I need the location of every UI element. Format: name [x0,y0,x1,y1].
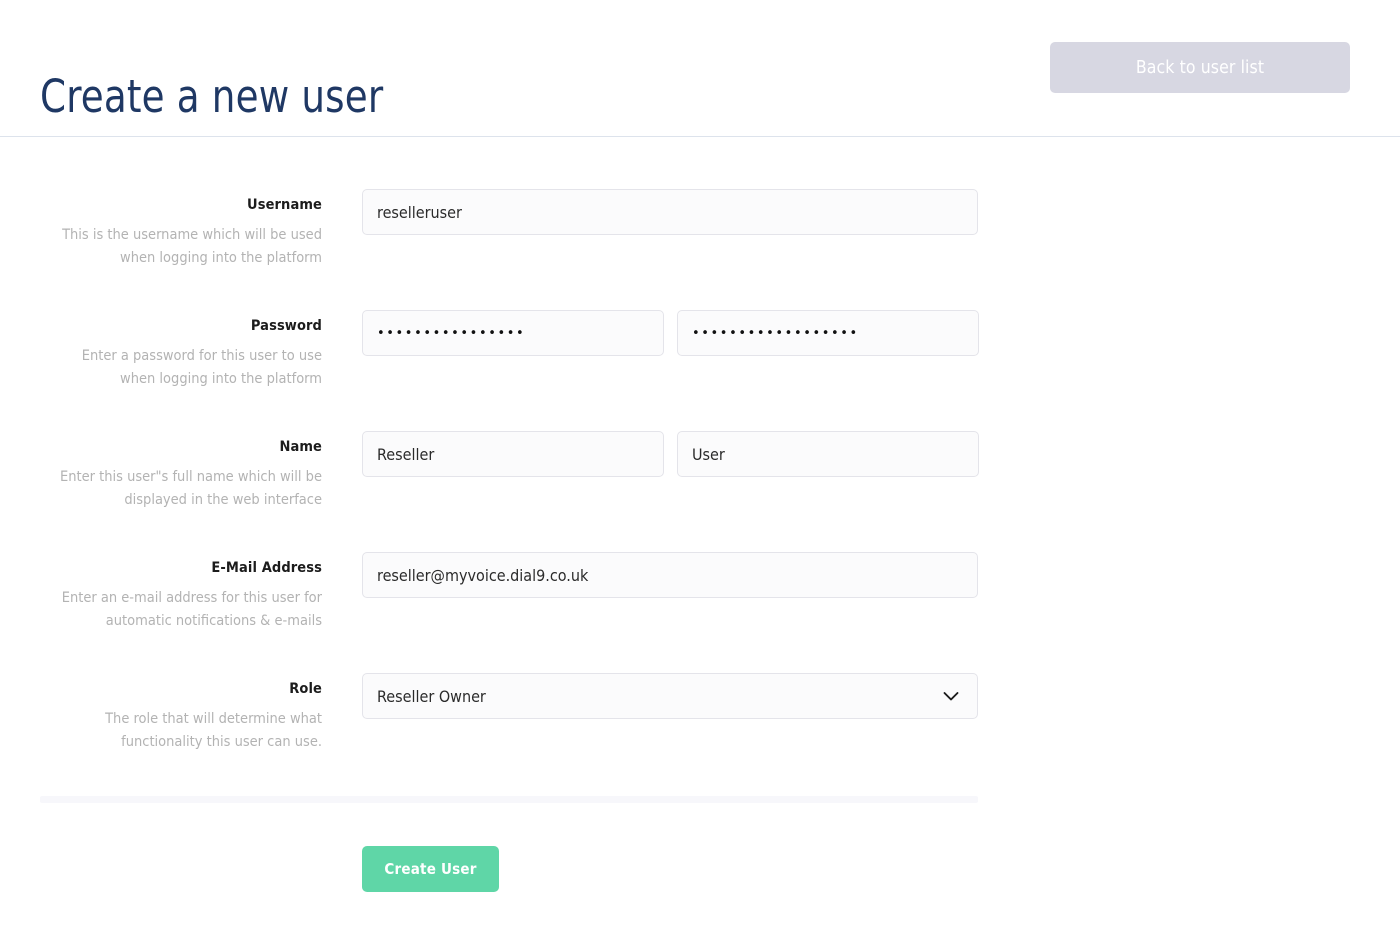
help-username: This is the username which will be used … [62,227,322,266]
role-select[interactable]: Reseller Owner [362,673,978,719]
form-row-username: Username This is the username which will… [0,189,1400,269]
back-to-user-list-button[interactable]: Back to user list [1050,42,1350,93]
label-col-email: E-Mail Address Enter an e-mail address f… [0,552,322,632]
first-name-input[interactable] [362,431,664,477]
username-input[interactable] [362,189,978,235]
help-role: The role that will determine what functi… [105,711,322,750]
form-row-password: Password Enter a password for this user … [0,310,1400,390]
help-password: Enter a password for this user to use wh… [81,348,322,387]
input-col-email [322,552,1400,598]
label-username: Username [247,197,322,213]
password-confirm-input[interactable]: •••••••••••••••••• [677,310,979,356]
form-row-name: Name Enter this user"s full name which w… [0,431,1400,511]
help-name: Enter this user"s full name which will b… [59,469,322,508]
last-name-input[interactable] [677,431,979,477]
email-input[interactable] [362,552,978,598]
label-col-name: Name Enter this user"s full name which w… [0,431,322,511]
input-col-role: Reseller Owner [322,673,1400,719]
create-user-button[interactable]: Create User [362,846,499,892]
label-col-role: Role The role that will determine what f… [0,673,322,753]
input-col-username [322,189,1400,235]
form-row-email: E-Mail Address Enter an e-mail address f… [0,552,1400,632]
form-row-role: Role The role that will determine what f… [0,673,1400,753]
label-col-username: Username This is the username which will… [0,189,322,269]
label-col-password: Password Enter a password for this user … [0,310,322,390]
create-user-form: Username This is the username which will… [0,137,1400,892]
input-col-name [322,431,1400,477]
role-select-wrapper: Reseller Owner [362,673,978,719]
page-title: Create a new user [40,70,384,124]
page-header: Create a new user Back to user list [0,0,1400,137]
submit-area: Create User [0,846,1400,892]
password-input[interactable]: •••••••••••••••• [362,310,664,356]
label-role: Role [289,681,322,697]
label-password: Password [250,318,322,334]
label-name: Name [279,439,322,455]
label-email: E-Mail Address [211,560,322,576]
form-divider [40,796,978,803]
help-email: Enter an e-mail address for this user fo… [61,590,322,629]
input-col-password: •••••••••••••••• •••••••••••••••••• [322,310,1400,356]
